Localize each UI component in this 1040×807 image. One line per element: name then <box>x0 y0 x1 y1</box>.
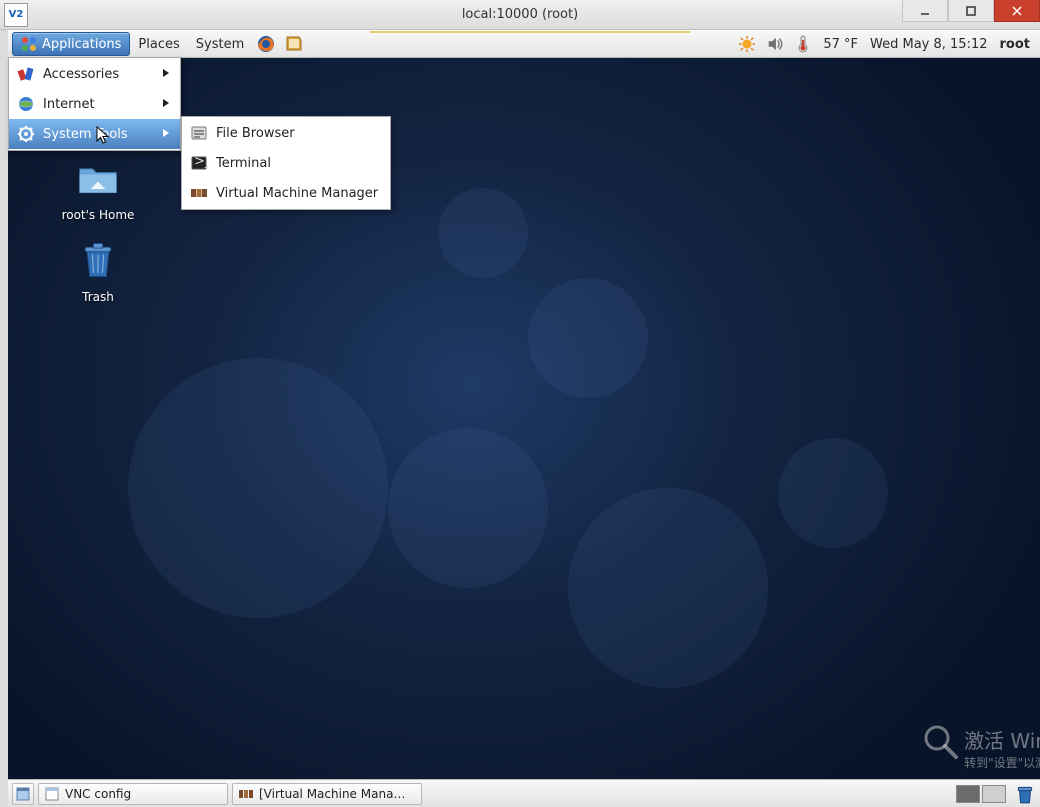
window-title: local:10000 (root) <box>0 7 1040 22</box>
trash-label: Trash <box>48 290 148 304</box>
file-browser-icon <box>190 124 208 142</box>
left-gutter <box>0 30 8 807</box>
taskbar-item-vmm[interactable]: [Virtual Machine Mana… <box>232 783 422 805</box>
volume-icon[interactable] <box>765 34 785 54</box>
weather-icon[interactable] <box>737 34 757 54</box>
user-menu[interactable]: root <box>994 37 1037 52</box>
home-label: root's Home <box>48 208 148 222</box>
system-menu-button[interactable]: System <box>188 32 252 56</box>
maximize-button[interactable] <box>948 0 994 22</box>
chevron-right-icon <box>162 97 170 112</box>
vmm-icon <box>190 184 208 202</box>
accessories-label: Accessories <box>43 67 119 82</box>
terminal-label: Terminal <box>216 156 271 171</box>
task-label: [Virtual Machine Mana… <box>259 787 405 801</box>
menu-item-system-tools[interactable]: System Tools <box>9 119 180 149</box>
places-menu-button[interactable]: Places <box>130 32 187 56</box>
workspace-1[interactable] <box>956 785 980 803</box>
temperature-icon <box>793 34 813 54</box>
chevron-right-icon <box>162 67 170 82</box>
gnome-bottom-panel: VNC config [Virtual Machine Mana… <box>8 779 1040 807</box>
minimize-button[interactable] <box>902 0 948 22</box>
system-label: System <box>196 37 244 52</box>
system-tools-label: System Tools <box>43 127 128 142</box>
menu-item-terminal[interactable]: >_ Terminal <box>182 148 390 178</box>
desktop[interactable]: root's Home Trash <box>8 58 1040 779</box>
show-desktop-icon <box>16 787 30 801</box>
vnc-logo-icon: V2 <box>4 3 28 27</box>
applications-menu-button[interactable]: Applications <box>12 32 130 56</box>
vmm-icon <box>239 787 253 801</box>
trash-tray-icon[interactable] <box>1014 783 1036 805</box>
help-launcher-icon[interactable] <box>284 34 304 54</box>
mouse-cursor-icon <box>96 126 112 146</box>
vmm-label: Virtual Machine Manager <box>216 186 378 201</box>
menu-item-file-browser[interactable]: File Browser <box>182 118 390 148</box>
desktop-icon-trash[interactable]: Trash <box>48 238 148 304</box>
internet-icon <box>17 95 35 113</box>
vnc-window-titlebar: V2 local:10000 (root) <box>0 0 1040 30</box>
menu-item-internet[interactable]: Internet <box>9 89 180 119</box>
svg-text:>_: >_ <box>194 154 208 169</box>
menu-item-vmm[interactable]: Virtual Machine Manager <box>182 178 390 208</box>
notification-hint <box>370 31 690 33</box>
workspace-2[interactable] <box>982 785 1006 803</box>
taskbar-item-vnc-config[interactable]: VNC config <box>38 783 228 805</box>
datetime-text[interactable]: Wed May 8, 15:12 <box>864 37 993 52</box>
applications-icon <box>21 36 37 52</box>
accessories-icon <box>17 65 35 83</box>
workspace-switcher[interactable] <box>956 785 1006 803</box>
firefox-launcher-icon[interactable] <box>256 34 276 54</box>
places-label: Places <box>138 37 179 52</box>
terminal-icon: >_ <box>190 154 208 172</box>
show-desktop-button[interactable] <box>12 783 34 805</box>
applications-dropdown: Accessories Internet System Tools <box>8 57 181 151</box>
gnome-top-panel: Applications Places System 57 °F Wed May… <box>8 30 1040 58</box>
temperature-text: 57 °F <box>817 37 864 52</box>
desktop-icon-home[interactable]: root's Home <box>48 156 148 222</box>
trash-icon <box>76 238 120 282</box>
system-tools-submenu: File Browser >_ Terminal Virtual Machine… <box>181 116 391 210</box>
task-label: VNC config <box>65 787 131 801</box>
file-browser-label: File Browser <box>216 126 295 141</box>
close-button[interactable] <box>994 0 1040 22</box>
internet-label: Internet <box>43 97 95 112</box>
menu-item-accessories[interactable]: Accessories <box>9 59 180 89</box>
window-icon <box>45 787 59 801</box>
gear-icon <box>17 125 35 143</box>
chevron-right-icon <box>162 127 170 142</box>
applications-label: Applications <box>42 37 121 52</box>
home-folder-icon <box>76 156 120 200</box>
